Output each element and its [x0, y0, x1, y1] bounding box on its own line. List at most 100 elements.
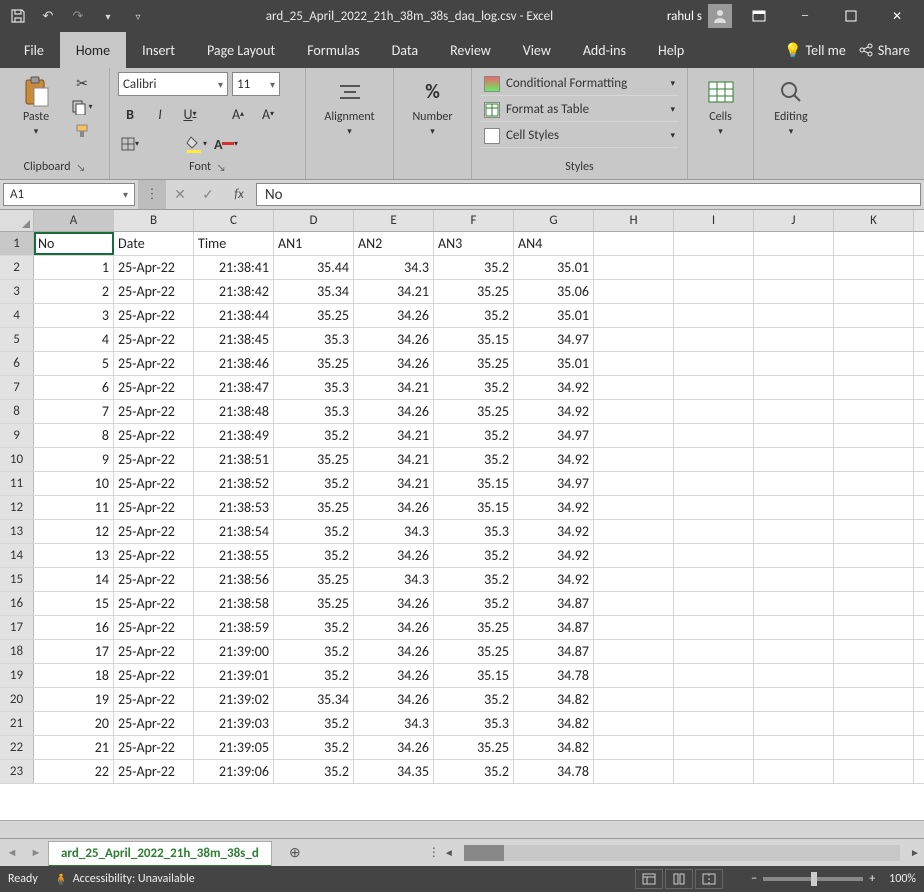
cell[interactable]	[754, 616, 834, 639]
cell[interactable]: 35.2	[434, 304, 514, 327]
cell[interactable]: Time	[194, 232, 274, 255]
cell[interactable]	[594, 544, 674, 567]
cell[interactable]: 25-Apr-22	[114, 592, 194, 615]
cell[interactable]: 35.25	[434, 640, 514, 663]
bold-button[interactable]: B	[118, 103, 142, 125]
cell[interactable]: 9	[34, 448, 114, 471]
cell[interactable]	[674, 232, 754, 255]
cell[interactable]: 34.26	[354, 736, 434, 759]
cell[interactable]	[674, 400, 754, 423]
cell[interactable]	[674, 328, 754, 351]
cell[interactable]: 25-Apr-22	[114, 328, 194, 351]
cell[interactable]: 34.92	[514, 568, 594, 591]
cell[interactable]: 35.2	[274, 736, 354, 759]
cell[interactable]	[674, 544, 754, 567]
cell[interactable]: 34.26	[354, 616, 434, 639]
cell[interactable]: 35.2	[274, 760, 354, 783]
cell[interactable]: 21:38:46	[194, 352, 274, 375]
cell[interactable]: 34.92	[514, 496, 594, 519]
cell[interactable]	[594, 424, 674, 447]
cell[interactable]	[594, 520, 674, 543]
sheet-nav-prev[interactable]: ◄	[0, 846, 24, 859]
cell[interactable]	[754, 448, 834, 471]
cell[interactable]: 35.2	[434, 376, 514, 399]
format-as-table-button[interactable]: Format as Table▾	[480, 98, 679, 122]
cell[interactable]	[834, 328, 914, 351]
cell[interactable]: 21:38:51	[194, 448, 274, 471]
cell[interactable]: 21:38:56	[194, 568, 274, 591]
cell[interactable]: 21:38:44	[194, 304, 274, 327]
cell[interactable]: 34.26	[354, 640, 434, 663]
cell[interactable]: 35.2	[274, 616, 354, 639]
cell[interactable]: 21:38:53	[194, 496, 274, 519]
spreadsheet-grid[interactable]: ABCDEFGHIJK 1NoDateTimeAN1AN2AN3AN42125-…	[0, 210, 924, 838]
hscroll-track[interactable]	[464, 845, 900, 861]
row-header[interactable]: 9	[0, 424, 34, 447]
cell[interactable]: 34.82	[514, 736, 594, 759]
cell[interactable]: 35.06	[514, 280, 594, 303]
cell[interactable]	[754, 760, 834, 783]
sheet-tab-active[interactable]: ard_25_April_2022_21h_38m_38s_d	[48, 841, 272, 867]
tab-data[interactable]: Data	[376, 32, 434, 68]
cell[interactable]: 35.2	[274, 640, 354, 663]
formula-bar-grip[interactable]: ⋮	[138, 180, 166, 209]
cell[interactable]: 34.97	[514, 424, 594, 447]
minimize-button[interactable]: ─	[782, 0, 828, 32]
cell[interactable]: 35.25	[434, 352, 514, 375]
cell[interactable]: 21:38:42	[194, 280, 274, 303]
cell[interactable]: 7	[34, 400, 114, 423]
cell[interactable]: 35.2	[434, 592, 514, 615]
cut-button[interactable]: ✂	[70, 72, 94, 94]
view-page-break-button[interactable]	[695, 869, 723, 889]
cell[interactable]	[834, 520, 914, 543]
cell[interactable]	[674, 736, 754, 759]
cell[interactable]	[834, 352, 914, 375]
cell[interactable]	[754, 496, 834, 519]
cell[interactable]: 25-Apr-22	[114, 664, 194, 687]
row-header[interactable]: 15	[0, 568, 34, 591]
cell[interactable]: 34.21	[354, 280, 434, 303]
cell[interactable]: 11	[34, 496, 114, 519]
cell[interactable]: 10	[34, 472, 114, 495]
cell[interactable]	[594, 232, 674, 255]
paste-button[interactable]: Paste ▾	[8, 72, 64, 152]
cell[interactable]: 34.92	[514, 376, 594, 399]
cell[interactable]: 21:38:49	[194, 424, 274, 447]
cell[interactable]	[674, 496, 754, 519]
cell[interactable]: 35.2	[434, 568, 514, 591]
cell[interactable]	[834, 592, 914, 615]
tab-help[interactable]: Help	[642, 32, 700, 68]
cell[interactable]: 35.3	[274, 376, 354, 399]
cell[interactable]	[594, 760, 674, 783]
cell[interactable]: 35.15	[434, 496, 514, 519]
col-header[interactable]: A	[34, 210, 114, 231]
cell[interactable]: 18	[34, 664, 114, 687]
cell[interactable]	[834, 376, 914, 399]
cell[interactable]: 35.2	[274, 712, 354, 735]
cell[interactable]: 8	[34, 424, 114, 447]
cell[interactable]: 17	[34, 640, 114, 663]
cell[interactable]	[754, 304, 834, 327]
grid-body[interactable]: 1NoDateTimeAN1AN2AN3AN42125-Apr-2221:38:…	[0, 232, 924, 820]
cell[interactable]	[834, 424, 914, 447]
enter-formula-button[interactable]: ✓	[194, 180, 222, 209]
cell[interactable]	[754, 712, 834, 735]
cell[interactable]: 21	[34, 736, 114, 759]
cell[interactable]	[674, 376, 754, 399]
cell[interactable]: 34.3	[354, 520, 434, 543]
cell[interactable]: 25-Apr-22	[114, 352, 194, 375]
cell[interactable]: 21:38:58	[194, 592, 274, 615]
cell[interactable]: 21:39:02	[194, 688, 274, 711]
cell[interactable]: 14	[34, 568, 114, 591]
italic-button[interactable]: I	[148, 103, 172, 125]
cell[interactable]: 22	[34, 760, 114, 783]
cell[interactable]: 34.26	[354, 352, 434, 375]
row-header[interactable]: 18	[0, 640, 34, 663]
row-header[interactable]: 12	[0, 496, 34, 519]
cell[interactable]	[834, 280, 914, 303]
cell[interactable]: 35.44	[274, 256, 354, 279]
cell[interactable]: 35.01	[514, 352, 594, 375]
col-header[interactable]: D	[274, 210, 354, 231]
cell[interactable]	[594, 328, 674, 351]
font-name-select[interactable]: Calibri▾	[118, 72, 228, 96]
